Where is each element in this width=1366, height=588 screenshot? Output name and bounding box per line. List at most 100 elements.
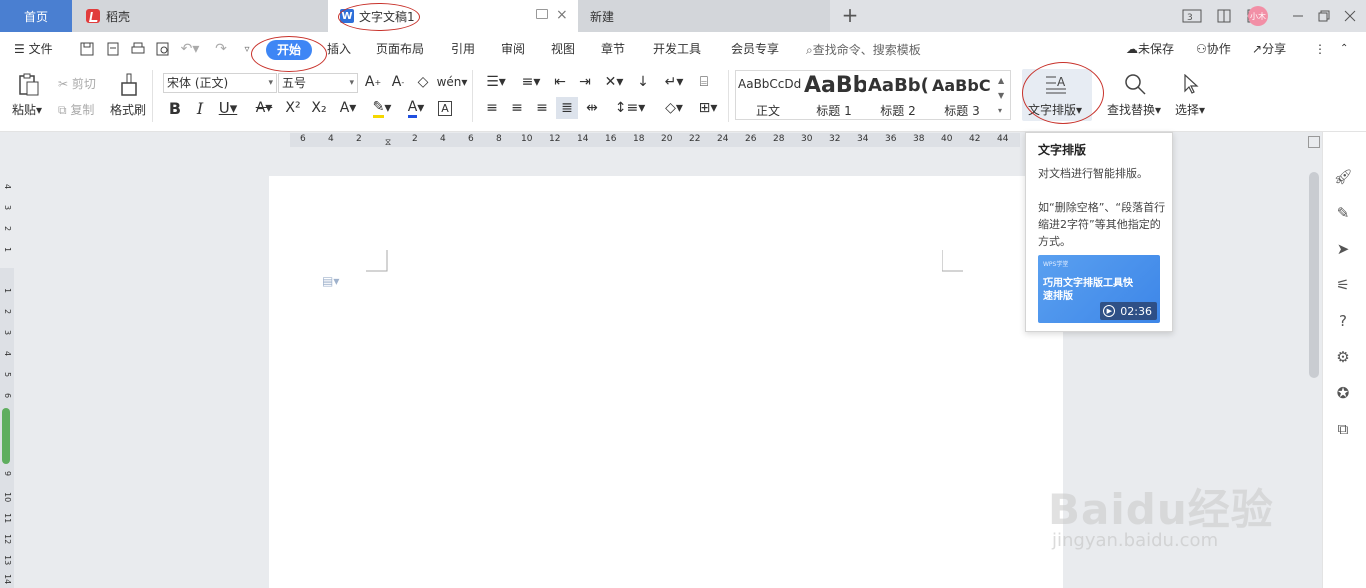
- tab-home[interactable]: 首页: [0, 0, 72, 32]
- window-layout-icon[interactable]: 3: [1182, 6, 1202, 26]
- share-button[interactable]: ↗分享: [1252, 41, 1286, 57]
- cursor-icon[interactable]: ➤: [1334, 240, 1352, 258]
- underline-icon[interactable]: U▾: [214, 99, 242, 117]
- paste-label: 粘贴: [12, 103, 37, 117]
- format-painter-icon[interactable]: [118, 72, 140, 98]
- pinyin-guide-icon[interactable]: wén▾: [437, 73, 468, 91]
- multi-window-icon[interactable]: [1214, 6, 1234, 26]
- borders-icon[interactable]: ⊞▾: [694, 99, 722, 117]
- justify-icon[interactable]: ≣: [556, 97, 578, 119]
- styles-scroll-icon[interactable]: ▲ ▼ ▾: [998, 73, 1004, 118]
- print-preview-icon[interactable]: [154, 40, 172, 58]
- paragraph-options-icon[interactable]: ▤▾: [322, 274, 339, 288]
- bullet-list-icon[interactable]: ☰▾: [482, 73, 510, 91]
- save-icon[interactable]: [78, 40, 96, 58]
- menu-tab-member[interactable]: 会员专享: [731, 41, 779, 57]
- find-replace-icon[interactable]: [1122, 72, 1148, 96]
- grow-font-icon[interactable]: A +: [364, 73, 382, 91]
- vertical-ruler-marker[interactable]: [2, 408, 10, 464]
- baidu-watermark-url: jingyan.baidu.com: [1052, 530, 1219, 551]
- font-color-icon[interactable]: A ▾: [402, 99, 430, 118]
- shrink-font-icon[interactable]: A-: [389, 73, 407, 91]
- book-icon[interactable]: ⧉: [1334, 420, 1352, 438]
- find-replace-button[interactable]: 查找替换▾: [1107, 101, 1161, 118]
- indent-marker-icon[interactable]: ⧖: [382, 134, 394, 152]
- pen-icon[interactable]: ✎: [1334, 204, 1352, 222]
- command-search[interactable]: ⌕查找命令、搜索模板: [806, 41, 921, 58]
- paste-icon[interactable]: [16, 72, 42, 98]
- ruler-tick: 10: [521, 134, 533, 144]
- decrease-indent-icon[interactable]: ⇤: [551, 73, 569, 91]
- paste-button[interactable]: 粘贴▾: [12, 101, 42, 118]
- ruler-tick: 36: [885, 134, 897, 144]
- document-page[interactable]: ▤▾: [269, 176, 1063, 588]
- style-normal[interactable]: AaBbCcDd 正文: [736, 71, 802, 119]
- align-right-icon[interactable]: ≡: [533, 99, 551, 117]
- print-icon[interactable]: [129, 40, 147, 58]
- tutorial-video-thumbnail[interactable]: WPS学堂 巧用文字排版工具快速排版 ▶ 02:36: [1038, 255, 1160, 323]
- format-painter-button[interactable]: 格式刷: [110, 101, 146, 118]
- table-ruler-icon[interactable]: ⌸: [694, 73, 714, 91]
- menu-tab-devtools[interactable]: 开发工具: [653, 41, 701, 57]
- style-heading-1[interactable]: AaBb 标题 1: [802, 71, 866, 119]
- style-heading-2[interactable]: AaBb( 标题 2: [866, 71, 930, 119]
- menu-tab-references[interactable]: 引用: [451, 41, 475, 57]
- font-size-select[interactable]: 五号: [278, 73, 358, 93]
- distributed-icon[interactable]: ⇹: [583, 99, 601, 117]
- add-tab-icon[interactable]: +: [840, 4, 860, 26]
- export-pdf-icon[interactable]: [104, 40, 122, 58]
- copy-button[interactable]: ⧉ 复制: [58, 101, 94, 118]
- close-icon[interactable]: ×: [556, 8, 568, 22]
- unsaved-button[interactable]: ☁未保存: [1126, 41, 1174, 57]
- strikethrough-icon[interactable]: A▾: [250, 99, 278, 117]
- align-left-icon[interactable]: ≡: [483, 99, 501, 117]
- italic-icon[interactable]: I: [191, 99, 209, 118]
- cut-button[interactable]: ✂ 剪切: [58, 75, 96, 92]
- style-heading-3[interactable]: AaBbC 标题 3: [930, 71, 996, 119]
- select-button[interactable]: 选择▾: [1175, 101, 1205, 118]
- lightbulb-icon[interactable]: ✪: [1334, 384, 1352, 402]
- superscript-icon[interactable]: X²: [283, 99, 303, 117]
- pin-icon[interactable]: [536, 9, 548, 19]
- menu-tab-layout[interactable]: 页面布局: [376, 41, 424, 57]
- settings-sliders-icon[interactable]: ⚟: [1334, 276, 1352, 294]
- collaborate-button[interactable]: ⚇协作: [1196, 41, 1231, 57]
- menu-tab-insert[interactable]: 插入: [327, 41, 351, 57]
- help-icon[interactable]: ?: [1334, 312, 1352, 330]
- increase-indent-icon[interactable]: ⇥: [576, 73, 594, 91]
- collapse-ribbon-icon[interactable]: ⌃: [1340, 41, 1348, 57]
- align-center-icon[interactable]: ≡: [508, 99, 526, 117]
- line-spacing-icon[interactable]: ↕≡▾: [615, 99, 646, 117]
- tab-new[interactable]: 新建: [578, 0, 830, 32]
- rocket-icon[interactable]: 🚀︎: [1333, 168, 1352, 186]
- text-effect-icon[interactable]: A▾: [334, 99, 362, 117]
- tools-icon[interactable]: ⚙: [1334, 348, 1352, 366]
- menu-tab-view[interactable]: 视图: [551, 41, 575, 57]
- close-window-icon[interactable]: [1340, 6, 1360, 26]
- font-family-select[interactable]: 宋体 (正文): [163, 73, 277, 93]
- shading-icon[interactable]: ◇▾: [660, 99, 688, 117]
- menu-tab-review[interactable]: 审阅: [501, 41, 525, 57]
- clear-format-icon[interactable]: ◇: [414, 73, 432, 91]
- scroll-thumb[interactable]: [1309, 172, 1319, 378]
- char-border-icon[interactable]: A: [436, 99, 454, 117]
- more-icon[interactable]: ⋮: [1314, 41, 1326, 57]
- subscript-icon[interactable]: X₂: [308, 99, 330, 117]
- minimize-icon[interactable]: [1288, 6, 1308, 26]
- numbered-list-icon[interactable]: ≡▾: [517, 73, 545, 91]
- menu-tab-chapter[interactable]: 章节: [601, 41, 625, 57]
- sort-icon[interactable]: ↓: [634, 73, 652, 91]
- undo-icon[interactable]: ↶▾: [178, 40, 202, 58]
- redo-icon[interactable]: ↷: [212, 40, 230, 58]
- show-marks-icon[interactable]: ↵▾: [660, 73, 688, 91]
- highlight-icon[interactable]: ✎ ▾: [368, 99, 396, 118]
- scroll-top-icon[interactable]: [1308, 136, 1320, 148]
- ruler-tick: 5: [3, 372, 12, 378]
- tab-daoke[interactable]: 稻壳: [72, 0, 328, 32]
- chinese-layout-icon[interactable]: ✕▾: [600, 73, 628, 91]
- select-cursor-icon[interactable]: [1180, 72, 1202, 96]
- avatar[interactable]: 小木: [1248, 6, 1268, 26]
- bold-icon[interactable]: B: [166, 99, 184, 118]
- restore-icon[interactable]: [1314, 6, 1334, 26]
- file-menu[interactable]: ☰ 文件: [14, 41, 53, 57]
